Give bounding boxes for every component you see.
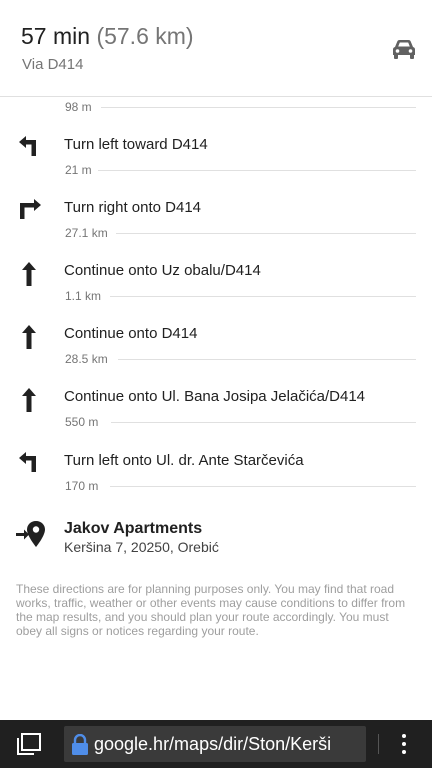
menu-dot	[402, 742, 406, 746]
toolbar-divider	[378, 734, 379, 754]
first-segment-distance-row: 98 m	[0, 100, 432, 116]
step-instruction: Turn left toward D414	[64, 136, 208, 153]
turn-right-icon	[20, 199, 41, 219]
step-instruction: Continue onto Uz obalu/D414	[64, 262, 261, 279]
step-instruction: Turn left onto Ul. dr. Ante Starčevića	[64, 452, 304, 469]
route-distance: (57.6 km)	[96, 23, 194, 49]
car-icon[interactable]	[391, 38, 417, 60]
step-instruction: Continue onto D414	[64, 325, 198, 342]
lock-icon	[72, 734, 88, 755]
menu-dot	[402, 750, 406, 754]
step-distance-row: 28.5 km	[0, 352, 432, 368]
step-divider	[111, 422, 416, 423]
step-divider	[110, 296, 416, 297]
step-distance-row: 27.1 km	[0, 226, 432, 242]
step-distance: 21 m	[65, 163, 92, 177]
straight-arrow-icon	[22, 325, 36, 349]
overflow-menu-icon[interactable]	[392, 732, 416, 756]
step-divider	[116, 233, 416, 234]
header-divider	[0, 96, 432, 97]
step-distance: 27.1 km	[65, 226, 108, 240]
step-distance-row: 21 m	[0, 163, 432, 179]
turn-left-icon	[19, 136, 36, 156]
destination-address: Keršina 7, 20250, Orebić	[64, 539, 219, 555]
straight-arrow-icon	[22, 388, 36, 412]
step-distance-row: 550 m	[0, 415, 432, 431]
step-divider	[110, 486, 416, 487]
route-summary: 57 min (57.6 km)	[21, 22, 194, 50]
straight-arrow-icon	[22, 262, 36, 286]
route-via: Via D414	[22, 56, 84, 73]
turn-left-icon	[19, 452, 36, 472]
browser-toolbar: google.hr/maps/dir/Ston/Kerši	[0, 720, 432, 768]
menu-dot	[402, 734, 406, 738]
step-distance-row: 170 m	[0, 479, 432, 495]
destination-pin-icon	[16, 521, 45, 547]
step-instruction: Continue onto Ul. Bana Josipa Jelačića/D…	[64, 388, 366, 405]
step-distance-row: 1.1 km	[0, 289, 432, 305]
step-divider	[98, 170, 416, 171]
step-distance: 98 m	[65, 100, 92, 114]
step-distance: 28.5 km	[65, 352, 108, 366]
route-header: 57 min (57.6 km) Via D414	[0, 0, 432, 96]
disclaimer-text: These directions are for planning purpos…	[16, 582, 406, 638]
step-divider	[101, 107, 416, 108]
step-distance: 550 m	[65, 415, 99, 429]
route-duration: 57 min	[21, 23, 91, 49]
destination-name: Jakov Apartments	[64, 520, 203, 537]
tabs-icon[interactable]	[14, 732, 42, 756]
url-text: google.hr/maps/dir/Ston/Kerši	[94, 734, 332, 754]
destination[interactable]: Jakov Apartments Keršina 7, 20250, Orebi…	[0, 516, 432, 560]
step-distance: 170 m	[65, 479, 99, 493]
url-bar[interactable]: google.hr/maps/dir/Ston/Kerši	[64, 726, 366, 762]
step-divider	[118, 359, 416, 360]
step-instruction: Turn right onto D414	[64, 199, 202, 216]
step-distance: 1.1 km	[65, 289, 102, 303]
